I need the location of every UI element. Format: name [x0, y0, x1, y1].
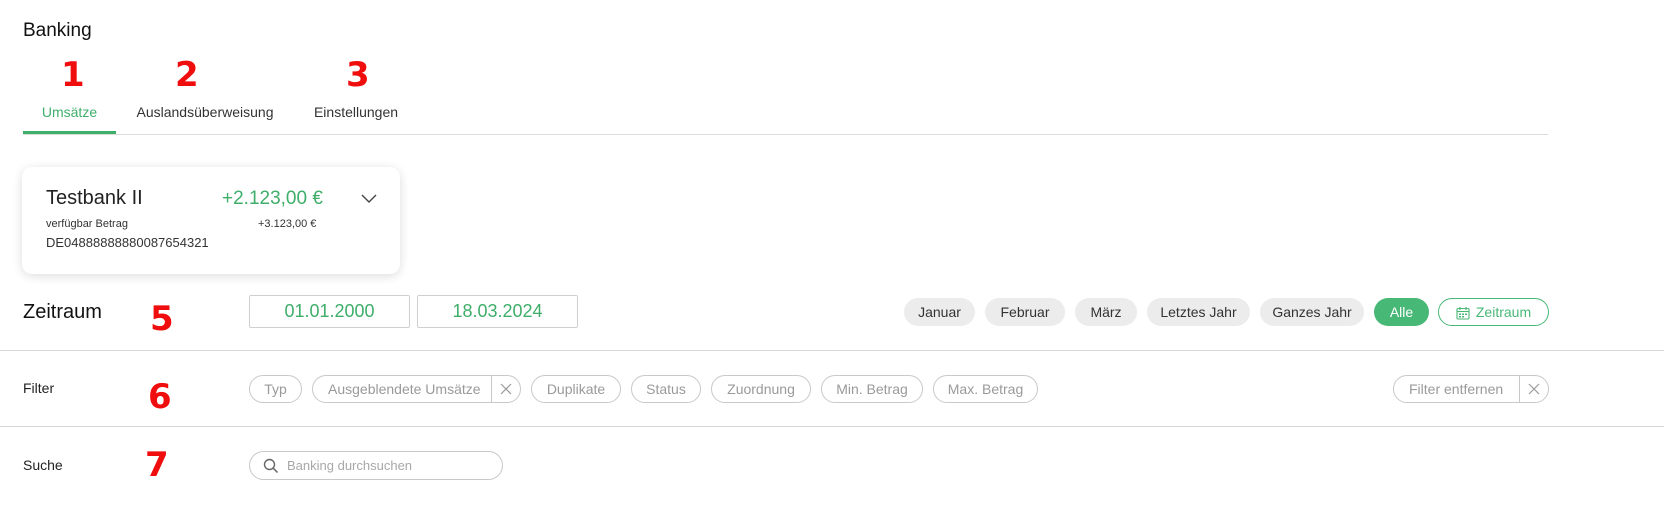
filter-duplikate[interactable]: Duplikate — [531, 375, 621, 403]
marker-3: 3 — [346, 55, 370, 95]
filter-max-betrag[interactable]: Max. Betrag — [933, 375, 1038, 403]
search-label: Suche — [23, 457, 63, 473]
filter-zuordnung[interactable]: Zuordnung — [711, 375, 811, 403]
filter-chip-label: Ausgeblendete Umsätze — [328, 381, 481, 397]
filter-status[interactable]: Status — [631, 375, 701, 403]
filter-label: Filter — [23, 380, 55, 396]
tab-label: Umsätze — [41, 104, 98, 120]
zeitraum-label: Zeitraum — [23, 301, 102, 323]
filter-min-betrag[interactable]: Min. Betrag — [821, 375, 923, 403]
custom-zeitraum-label: Zeitraum — [1475, 304, 1532, 320]
preset-februar[interactable]: Februar — [985, 298, 1065, 326]
marker-5: 5 — [150, 299, 174, 339]
divider — [0, 350, 1664, 351]
available-amount-value: +3.123,00 € — [258, 218, 317, 230]
chevron-down-icon[interactable] — [360, 191, 378, 205]
marker-2: 2 — [175, 55, 199, 95]
remove-filters-label: Filter entfernen — [1409, 381, 1504, 397]
account-iban: DE04888888880087654321 — [46, 235, 209, 250]
divider — [0, 426, 1664, 427]
date-from-input[interactable] — [249, 295, 410, 328]
filter-typ[interactable]: Typ — [249, 375, 302, 403]
preset-ganzes-jahr[interactable]: Ganzes Jahr — [1260, 298, 1364, 326]
custom-zeitraum-button[interactable]: Zeitraum — [1438, 298, 1549, 326]
page-title: Banking — [23, 20, 92, 41]
marker-1: 1 — [61, 55, 85, 95]
preset-alle[interactable]: Alle — [1374, 298, 1429, 326]
account-name: Testbank II — [46, 187, 143, 209]
calendar-icon — [1456, 307, 1470, 320]
tab-label: Auslandsüberweisung — [136, 104, 274, 120]
filter-ausgeblendete-umsaetze[interactable]: Ausgeblendete Umsätze — [312, 375, 521, 403]
tab-umsaetze[interactable]: Umsätze — [23, 100, 116, 134]
marker-6: 6 — [148, 377, 172, 417]
remove-filters-button[interactable]: Filter entfernen — [1393, 375, 1549, 403]
date-to-input[interactable] — [417, 295, 578, 328]
preset-maerz[interactable]: März — [1075, 298, 1137, 326]
marker-7: 7 — [145, 445, 169, 485]
tab-bar: Umsätze Auslandsüberweisung Einstellunge… — [23, 100, 1548, 135]
tab-einstellungen[interactable]: Einstellungen — [310, 100, 402, 133]
account-balance: +2.123,00 € — [222, 188, 323, 209]
tab-auslandsueberweisung[interactable]: Auslandsüberweisung — [133, 100, 277, 133]
preset-januar[interactable]: Januar — [904, 298, 975, 326]
close-icon[interactable] — [491, 376, 520, 402]
account-card[interactable]: Testbank II +2.123,00 € verfügbar Betrag… — [22, 167, 400, 274]
close-icon[interactable] — [1519, 376, 1548, 402]
search-icon — [263, 458, 279, 474]
available-amount-label: verfügbar Betrag — [46, 218, 128, 230]
tab-label: Einstellungen — [313, 104, 399, 120]
search-box[interactable] — [249, 451, 503, 480]
preset-letztes-jahr[interactable]: Letztes Jahr — [1147, 298, 1250, 326]
search-input[interactable] — [287, 455, 487, 476]
